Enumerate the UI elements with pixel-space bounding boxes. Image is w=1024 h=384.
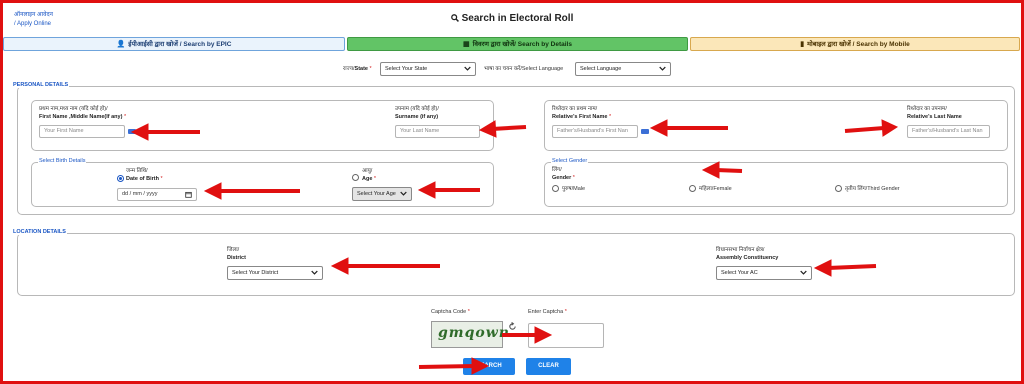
language-select[interactable]: Select Language <box>575 62 671 76</box>
mobile-icon: ▮ <box>800 41 805 48</box>
gender-box <box>544 162 1008 207</box>
surname-hindi: उपनाम (यदि कोई हो)/ <box>395 106 439 112</box>
age-radio[interactable] <box>352 174 359 181</box>
tab-details-label: विवरण द्वारा खोजें/ Search by Details <box>472 41 572 48</box>
gender-hindi: लिंग/ <box>552 167 562 173</box>
enter-captcha-label: Enter Captcha * <box>528 309 567 315</box>
chevron-down-icon <box>400 191 407 196</box>
location-details-legend: LOCATION DETAILS <box>12 229 67 235</box>
age-select-value: Select Your Age <box>357 191 396 197</box>
refresh-icon[interactable] <box>508 322 517 331</box>
search-icon <box>450 14 459 22</box>
surname-input[interactable]: Your Last Name <box>395 125 480 138</box>
age-select[interactable]: Select Your Age <box>352 187 412 201</box>
ac-hindi: विधानसभा निर्वाचन क्षेत्र/ <box>716 247 765 253</box>
chevron-down-icon <box>659 66 666 71</box>
person-icon: 👤 <box>116 41 126 48</box>
relative-first-name-input[interactable]: Father's/Husband's First Nan <box>552 125 638 138</box>
page-title-text: Search in Electoral Roll <box>461 13 574 24</box>
gender-third-radio[interactable] <box>835 185 842 192</box>
gender-male-radio[interactable] <box>552 185 559 192</box>
page-title: Search in Electoral Roll <box>0 13 1024 24</box>
birth-details-legend: Select Birth Details <box>38 158 87 164</box>
gender-third-label: तृतीय लिंग/Third Gender <box>845 186 900 192</box>
tab-mobile-label: मोबाइल द्वारा खोजें / Search by Mobile <box>807 41 910 48</box>
search-button[interactable]: SEARCH <box>463 358 515 375</box>
captcha-image: gmqown <box>431 321 509 348</box>
gender-female-radio[interactable] <box>689 185 696 192</box>
calendar-icon[interactable] <box>185 191 192 198</box>
dob-hindi: जन्म तिथि/ <box>126 168 148 174</box>
chevron-down-icon <box>464 66 471 71</box>
personal-details-legend: PERSONAL DETAILS <box>12 82 70 88</box>
state-label: राज्य/State * <box>343 66 372 72</box>
captcha-input[interactable] <box>528 323 604 348</box>
state-select[interactable]: Select Your State <box>380 62 476 76</box>
gender-legend: Select Gender <box>551 158 589 164</box>
keyboard-icon[interactable] <box>128 129 136 134</box>
relative-last-name-label: Relative's Last Name <box>907 114 962 120</box>
surname-label: Surname (if any) <box>395 114 439 120</box>
language-select-value: Select Language <box>580 66 622 72</box>
relative-last-name-input[interactable]: Father's/Husband's Last Nan <box>907 125 990 138</box>
language-label: भाषा का चयन करें/Select Language <box>484 66 564 72</box>
gender-female-label: महिला/Female <box>699 186 732 192</box>
tab-epic-label: ईपीआईसी द्वारा खोजें / Search by EPIC <box>128 41 232 48</box>
district-select-value: Select Your District <box>232 270 279 276</box>
chevron-down-icon <box>311 270 318 275</box>
age-label: Age * <box>362 176 377 182</box>
dob-input[interactable]: dd / mm / yyyy <box>117 188 197 201</box>
dob-radio[interactable] <box>117 175 124 182</box>
tab-search-by-mobile[interactable]: ▮ मोबाइल द्वारा खोजें / Search by Mobile <box>690 37 1020 51</box>
keyboard-icon[interactable] <box>641 129 649 134</box>
first-name-label: First Name ,Middle Name(If any) * <box>39 114 127 120</box>
age-hindi: आयु/ <box>362 168 373 174</box>
state-select-value: Select Your State <box>385 66 428 72</box>
ac-select[interactable]: Select Your AC <box>716 266 812 280</box>
first-name-input[interactable]: Your First Name <box>39 125 125 138</box>
clear-button[interactable]: CLEAR <box>526 358 571 375</box>
tab-search-by-epic[interactable]: 👤 ईपीआईसी द्वारा खोजें / Search by EPIC <box>3 37 345 51</box>
birth-details-box <box>31 162 494 207</box>
gender-label: Gender * <box>552 175 575 181</box>
captcha-text: gmqown <box>438 325 510 341</box>
location-details-section <box>17 233 1015 296</box>
dob-label: Date of Birth * <box>126 176 163 182</box>
first-name-hindi: प्रथम नाम,मध्य नाम (यदि कोई हो)/ <box>39 106 108 112</box>
district-select[interactable]: Select Your District <box>227 266 323 280</box>
ac-select-value: Select Your AC <box>721 270 758 276</box>
captcha-code-label: Captcha Code * <box>431 309 470 315</box>
gender-male-label: पुरुष/Male <box>562 186 586 192</box>
ac-label: Assembly Constituency <box>716 255 779 261</box>
dob-placeholder: dd / mm / yyyy <box>122 191 158 197</box>
tab-search-by-details[interactable]: ▦ विवरण द्वारा खोजें/ Search by Details <box>347 37 688 51</box>
district-hindi: जिला/ <box>227 247 240 253</box>
relative-first-name-hindi: रिश्तेदार का प्रथम नाम/ <box>552 106 598 112</box>
relative-first-name-label: Relative's First Name * <box>552 114 612 120</box>
chevron-down-icon <box>800 270 807 275</box>
relative-last-name-hindi: रिश्तेदार का उपनाम/ <box>907 106 947 112</box>
district-label: District <box>227 255 246 261</box>
details-icon: ▦ <box>463 41 470 48</box>
